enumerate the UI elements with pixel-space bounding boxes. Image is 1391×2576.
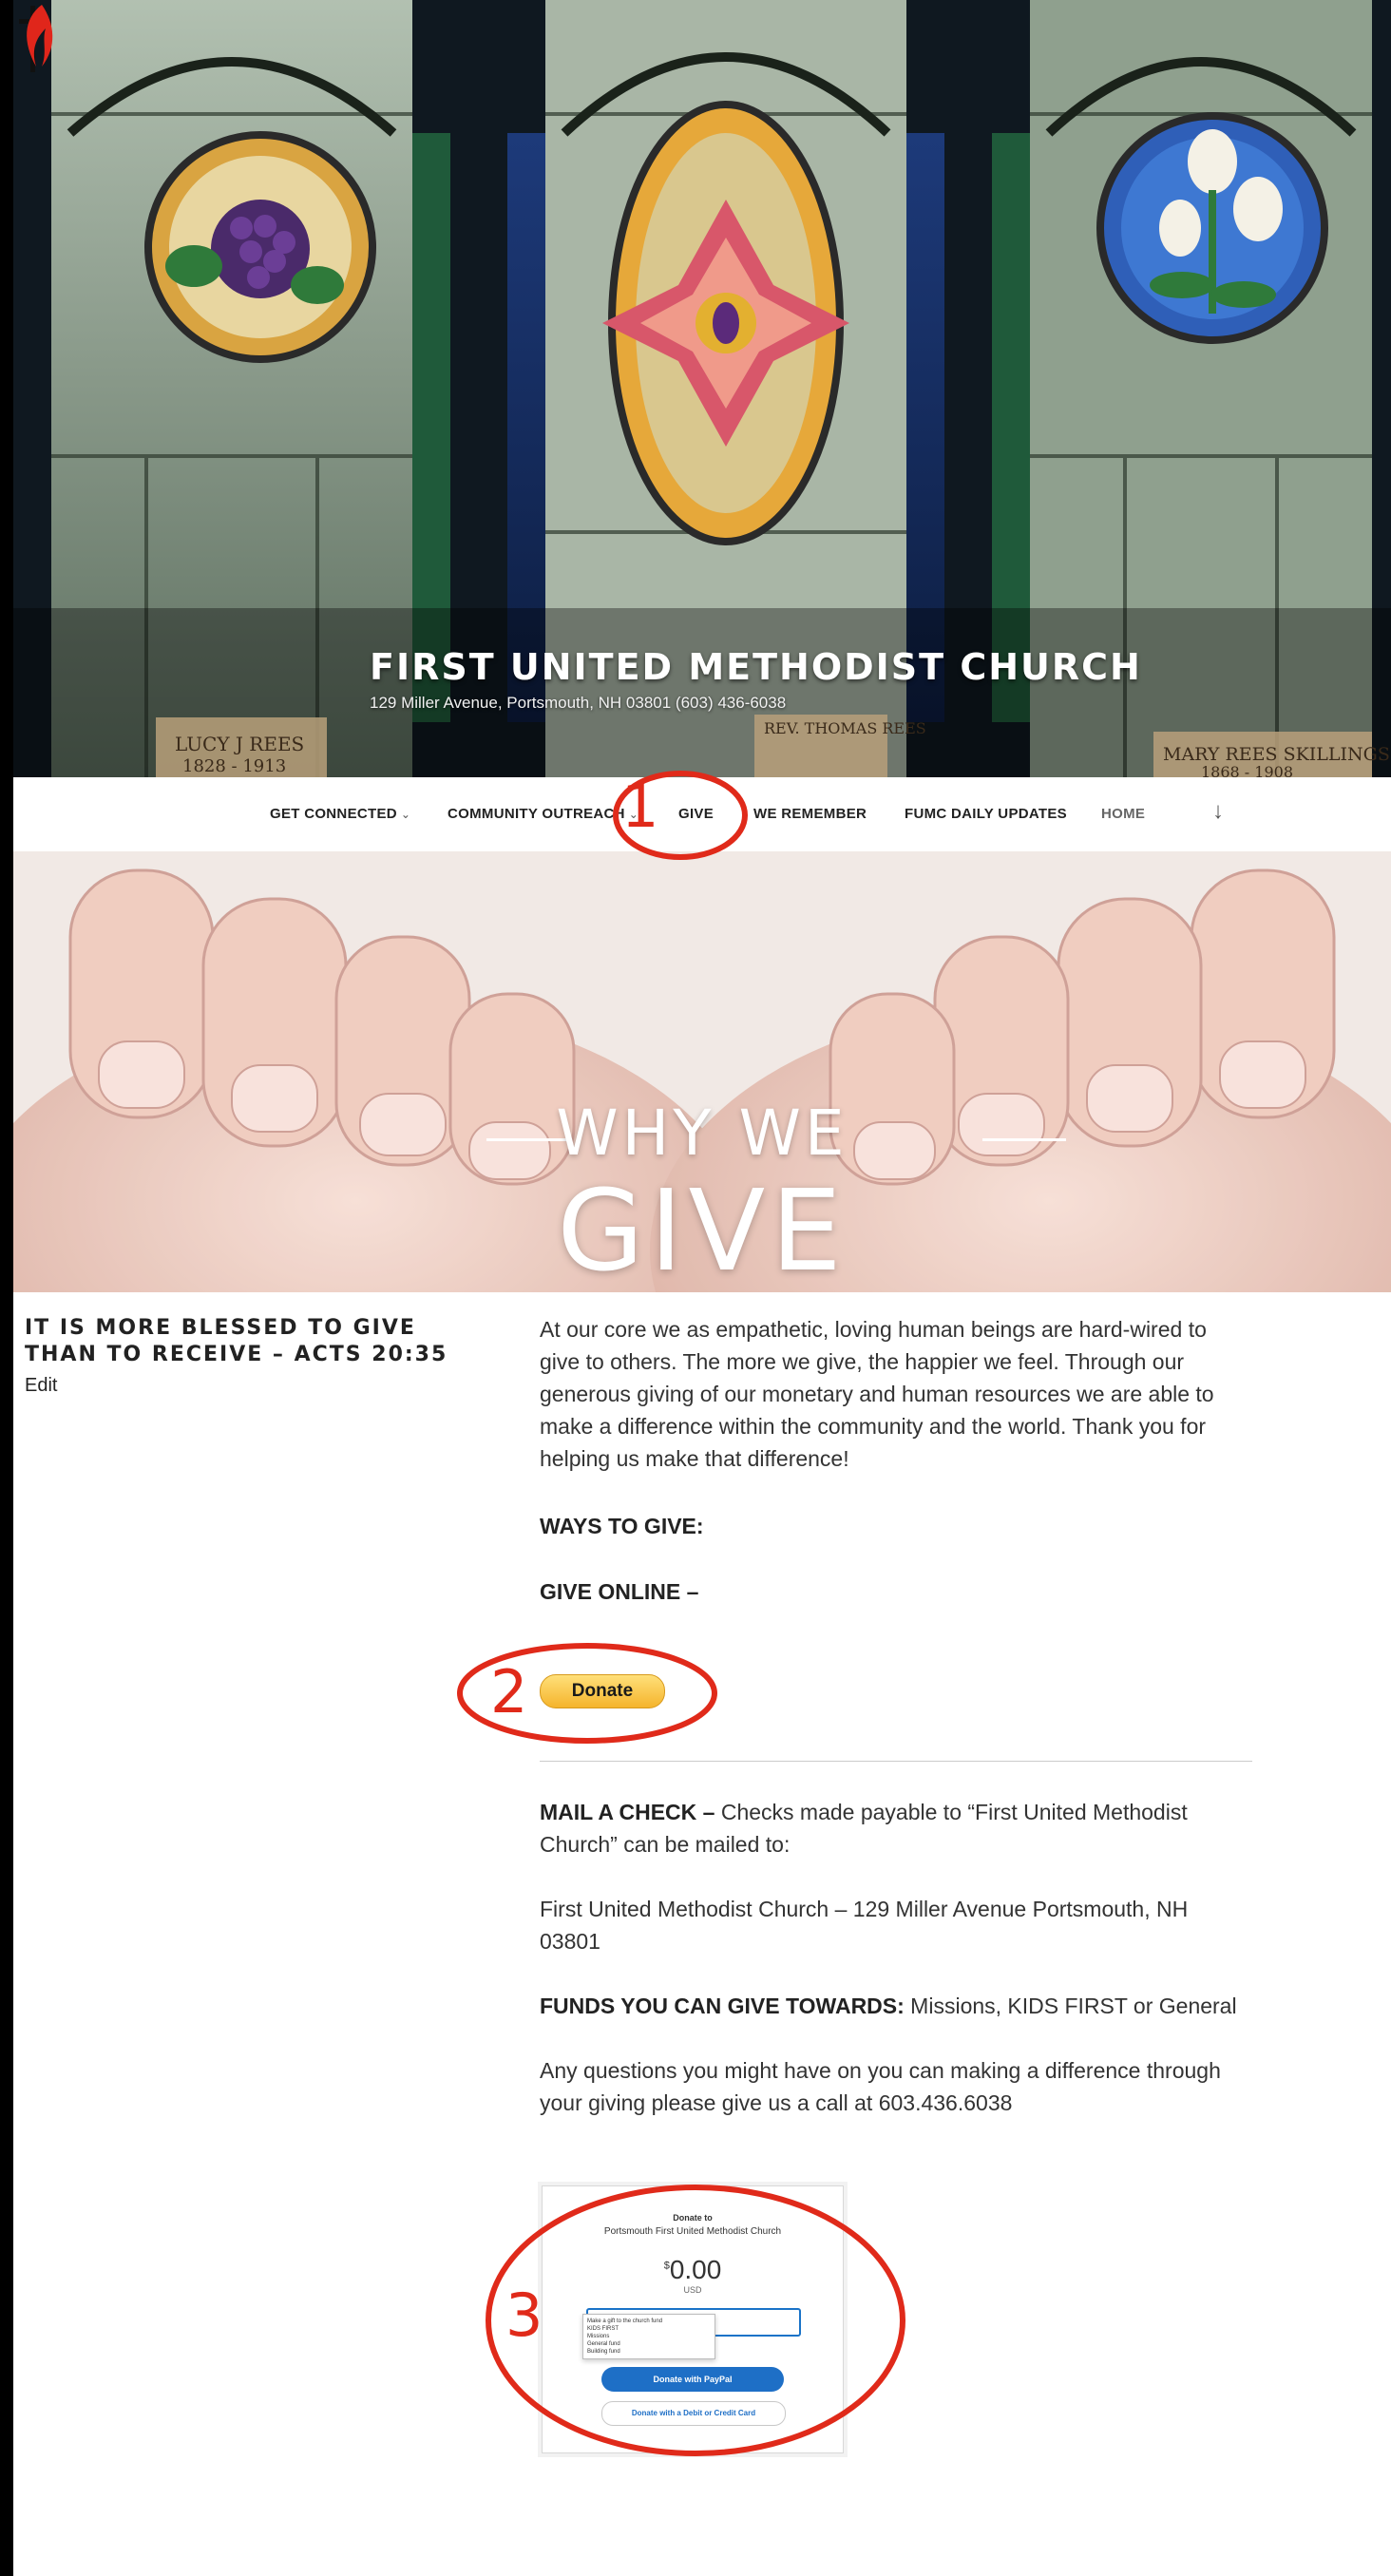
donate-with-card-button[interactable]: Donate with a Debit or Credit Card [601,2401,786,2426]
nav-item-give[interactable]: GIVE [678,806,714,822]
funds-paragraph: FUNDS YOU CAN GIVE TOWARDS: Missions, KI… [540,1990,1252,2022]
svg-text:1828 - 1913: 1828 - 1913 [182,756,286,776]
paypal-donate-button[interactable]: Donate [540,1674,665,1708]
annotation-number-2: 2 [490,1657,528,1727]
nav-item-label: GET CONNECTED [270,806,397,822]
give-online-heading: GIVE ONLINE – [540,1575,1252,1608]
hero-title-line1: WHY WE [556,1097,848,1170]
church-logo-icon[interactable] [13,0,61,76]
paypal-currency: USD [683,2285,702,2295]
content-divider [540,1761,1252,1762]
fund-option[interactable]: Missions [587,2333,711,2340]
fund-option[interactable]: Building fund [587,2348,711,2356]
mailing-address-paragraph: First United Methodist Church – 129 Mill… [540,1893,1252,1957]
nav-item-home[interactable]: HOME [1101,806,1145,822]
mail-a-check-label: MAIL A CHECK – [540,1800,715,1824]
svg-text:1868 - 1908: 1868 - 1908 [1201,763,1293,777]
funds-label: FUNDS YOU CAN GIVE TOWARDS: [540,1994,905,2018]
funds-text: Missions, KIDS FIRST or General [904,1994,1237,2018]
edit-link[interactable]: Edit [25,1375,57,1397]
annotation-number-3: 3 [505,2280,543,2350]
chevron-down-icon: ⌄ [400,808,411,821]
svg-text:REV. THOMAS REES: REV. THOMAS REES [764,719,926,737]
paypal-amount-value: 0.00 [669,2255,722,2284]
nav-item-label: HOME [1101,806,1146,822]
scroll-down-arrow-icon[interactable]: ↓ [1212,798,1224,825]
site-header: LUCY J REES 1828 - 1913 REV. THOMAS REES… [13,0,1391,777]
main-navigation: GET CONNECTED ⌄ COMMUNITY OUTREACH ⌄ GIVE … [13,777,1391,852]
nav-item-label: WE REMEMBER [753,806,867,822]
fund-option[interactable]: General fund [587,2340,711,2348]
paypal-organization-name: Portsmouth First United Methodist Church [603,2226,782,2237]
paypal-donation-widget-screenshot: Donate to Portsmouth First United Method… [542,2185,844,2453]
nav-item-get-connected[interactable]: GET CONNECTED ⌄ [270,806,410,822]
fund-option[interactable]: Make a gift to the church fund [587,2318,711,2325]
nav-item-community-outreach[interactable]: COMMUNITY OUTREACH ⌄ [448,806,638,822]
ways-to-give-heading: WAYS TO GIVE: [540,1510,1252,1542]
hero-title-line2: GIVE [557,1165,848,1292]
nav-item-fumc-daily-updates[interactable]: FUMC DAILY UPDATES [905,806,1067,822]
page-title: IT IS MORE BLESSED TO GIVE THAN TO RECEI… [25,1316,448,1366]
nav-item-label: GIVE [678,806,715,822]
questions-text: Any questions you might have on you can … [540,2058,1221,2115]
left-edge-bar [0,0,13,2576]
nav-item-label: FUMC DAILY UPDATES [905,806,1067,822]
intro-text: At our core we as empathetic, loving hum… [540,1317,1214,1471]
fund-option[interactable]: KIDS FIRST [587,2325,711,2333]
intro-paragraph: At our core we as empathetic, loving hum… [540,1313,1252,1475]
site-title[interactable]: FIRST UNITED METHODIST CHURCH [370,646,1142,688]
mailing-address: First United Methodist Church – 129 Mill… [540,1897,1189,1954]
paypal-fund-options: Make a gift to the church fund KIDS FIRS… [582,2314,715,2359]
annotation-number-1: 1 [621,772,659,841]
mail-a-check-paragraph: MAIL A CHECK – Checks made payable to “F… [540,1796,1252,1860]
nav-item-we-remember[interactable]: WE REMEMBER [753,806,867,822]
give-online-label: GIVE ONLINE – [540,1579,699,1604]
svg-text:MARY REES SKILLINGS: MARY REES SKILLINGS [1163,744,1390,765]
why-we-give-hero-image: WHY WE GIVE [13,851,1391,1292]
questions-paragraph: Any questions you might have on you can … [540,2054,1252,2119]
paypal-donate-to-label: Donate to [673,2213,713,2223]
svg-text:LUCY J REES: LUCY J REES [175,733,304,755]
nav-item-label: COMMUNITY OUTREACH [448,806,625,822]
ways-to-give-label: WAYS TO GIVE: [540,1514,704,1538]
paypal-amount: $0.00 [543,2255,843,2285]
donate-with-paypal-button[interactable]: Donate with PayPal [601,2367,784,2392]
site-description: 129 Miller Avenue, Portsmouth, NH 03801 … [370,694,787,712]
